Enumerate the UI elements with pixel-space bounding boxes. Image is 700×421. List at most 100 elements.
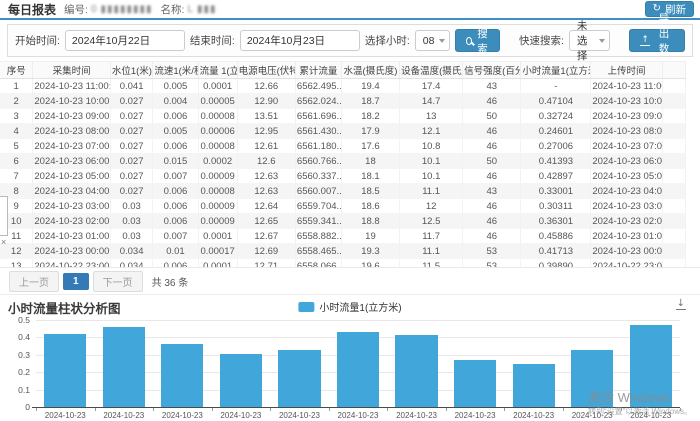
bar-3[interactable] bbox=[220, 354, 262, 407]
table-cell: 0.027 bbox=[110, 139, 153, 154]
report-table: 序号 采集时间 水位1(米) 流速1(米/秒) 流量 1(立... 电源电压(伏… bbox=[0, 61, 686, 268]
table-cell: 6560.337... bbox=[295, 169, 341, 184]
col-header-flow-speed: 流速1(米/秒) bbox=[153, 62, 198, 79]
table-cell: 18 bbox=[341, 154, 399, 169]
table-cell: 0.006 bbox=[153, 109, 198, 124]
download-chart-icon[interactable]: ↓ bbox=[676, 299, 686, 310]
table-cell: 4 bbox=[0, 124, 33, 139]
report-name-label: 名称: bbox=[161, 2, 185, 17]
prev-page-button[interactable]: 上一页 bbox=[9, 271, 59, 292]
export-data-button[interactable]: ↑ 导出数据 bbox=[629, 29, 685, 52]
table-cell: 2024-10-23 05:00:00 bbox=[33, 169, 110, 184]
table-cell: 0.004 bbox=[153, 94, 198, 109]
table-cell: 6558.066... bbox=[295, 259, 341, 269]
col-header-upload-time: 上传时间 bbox=[591, 62, 662, 79]
bar-1[interactable] bbox=[103, 327, 145, 407]
table-cell: 18.7 bbox=[341, 94, 399, 109]
chevron-down-icon bbox=[599, 39, 605, 43]
bar-9[interactable] bbox=[571, 350, 613, 407]
table-cell: 12.61 bbox=[237, 139, 295, 154]
col-header-spacer bbox=[662, 62, 685, 79]
y-axis-tick-label: 0 bbox=[6, 402, 30, 412]
start-time-input[interactable] bbox=[65, 30, 185, 51]
col-header-voltage: 电源电压(伏特) bbox=[237, 62, 295, 79]
table-cell-spacer bbox=[662, 244, 685, 259]
report-table-wrapper: 序号 采集时间 水位1(米) 流速1(米/秒) 流量 1(立... 电源电压(伏… bbox=[0, 61, 700, 268]
x-axis-tick-label: 2024-10-23 bbox=[270, 411, 329, 420]
table-cell: 17.6 bbox=[341, 139, 399, 154]
table-cell-spacer bbox=[662, 184, 685, 199]
table-row: 32024-10-23 09:00:000.0270.0060.0000813.… bbox=[0, 109, 686, 124]
table-cell: 11.7 bbox=[400, 229, 463, 244]
table-cell: - bbox=[521, 79, 591, 94]
end-time-input[interactable] bbox=[240, 30, 360, 51]
table-cell-spacer bbox=[662, 214, 685, 229]
stray-popup-artifact bbox=[0, 196, 8, 236]
x-axis-tick bbox=[446, 408, 447, 411]
hour-select-value: 08 bbox=[423, 35, 435, 47]
page-title: 每日报表 bbox=[8, 1, 56, 18]
bar-10[interactable] bbox=[630, 325, 672, 407]
table-cell: 2024-10-23 02:00:00 bbox=[33, 214, 110, 229]
table-cell-spacer bbox=[662, 199, 685, 214]
table-cell: 46 bbox=[463, 214, 521, 229]
chevron-down-icon bbox=[439, 39, 445, 43]
table-cell: 18.8 bbox=[341, 214, 399, 229]
table-cell: 46 bbox=[463, 169, 521, 184]
bar-0[interactable] bbox=[44, 334, 86, 407]
table-cell: 6561.180... bbox=[295, 139, 341, 154]
bar-8[interactable] bbox=[513, 364, 555, 407]
table-cell-spacer bbox=[662, 109, 685, 124]
table-cell: 11.5 bbox=[400, 259, 463, 269]
table-cell: 0.0001 bbox=[198, 259, 237, 269]
legend-swatch bbox=[298, 302, 314, 312]
table-cell: 0.47104 bbox=[521, 94, 591, 109]
total-count: 共 36 条 bbox=[152, 274, 189, 289]
quick-search-select[interactable]: 未选择 bbox=[569, 30, 610, 51]
table-cell: 6562.495... bbox=[295, 79, 341, 94]
table-cell: 2 bbox=[0, 94, 33, 109]
table-cell: 6560.766... bbox=[295, 154, 341, 169]
x-axis-tick bbox=[270, 408, 271, 411]
table-cell: 0.0001 bbox=[198, 79, 237, 94]
table-cell: 12.67 bbox=[237, 229, 295, 244]
next-page-button[interactable]: 下一页 bbox=[93, 271, 143, 292]
table-cell: 0.0002 bbox=[198, 154, 237, 169]
bar-2[interactable] bbox=[161, 344, 203, 407]
bar-4[interactable] bbox=[278, 350, 320, 407]
table-cell: 2024-10-23 05:00:39 bbox=[591, 169, 662, 184]
table-cell: 2024-10-22 23:00:00 bbox=[33, 259, 110, 269]
table-cell: 2024-10-23 07:00:38 bbox=[591, 139, 662, 154]
search-button[interactable]: 搜索 bbox=[455, 29, 500, 52]
legend-item[interactable]: 小时流量1(立方米) bbox=[298, 299, 401, 314]
table-cell: 2024-10-23 10:00:39 bbox=[591, 94, 662, 109]
filter-bar: 开始时间: 结束时间: 选择小时: 08 搜索 快速搜索: 未选择 ↑ 导出数据 bbox=[7, 24, 693, 57]
table-cell-spacer bbox=[662, 124, 685, 139]
search-button-label: 搜索 bbox=[476, 26, 489, 56]
bar-5[interactable] bbox=[337, 332, 379, 407]
table-cell: 1 bbox=[0, 79, 33, 94]
table-cell: 6561.430... bbox=[295, 124, 341, 139]
hour-select[interactable]: 08 bbox=[415, 30, 451, 51]
table-cell: 12.64 bbox=[237, 199, 295, 214]
table-row: 42024-10-23 08:00:000.0270.0050.0000612.… bbox=[0, 124, 686, 139]
bar-6[interactable] bbox=[395, 335, 437, 407]
table-cell: 2024-10-23 09:00:00 bbox=[33, 109, 110, 124]
table-cell: 0.00009 bbox=[198, 199, 237, 214]
bar-7[interactable] bbox=[454, 360, 496, 407]
report-number-value: 0 bbox=[91, 4, 98, 15]
table-cell: 50 bbox=[463, 109, 521, 124]
table-cell: 11.1 bbox=[400, 244, 463, 259]
table-cell: 46 bbox=[463, 139, 521, 154]
table-cell-spacer bbox=[662, 79, 685, 94]
table-cell: 2024-10-23 03:00:47 bbox=[591, 199, 662, 214]
start-time-label: 开始时间: bbox=[15, 33, 60, 48]
table-cell-spacer bbox=[662, 229, 685, 244]
table-cell: 12.6 bbox=[237, 154, 295, 169]
table-cell: 12.65 bbox=[237, 214, 295, 229]
table-cell: 0.00005 bbox=[198, 94, 237, 109]
table-cell: 2024-10-23 11:00:39 bbox=[591, 79, 662, 94]
table-cell: 0.00008 bbox=[198, 139, 237, 154]
table-cell: 0.027 bbox=[110, 154, 153, 169]
page-1-button[interactable]: 1 bbox=[63, 273, 89, 290]
